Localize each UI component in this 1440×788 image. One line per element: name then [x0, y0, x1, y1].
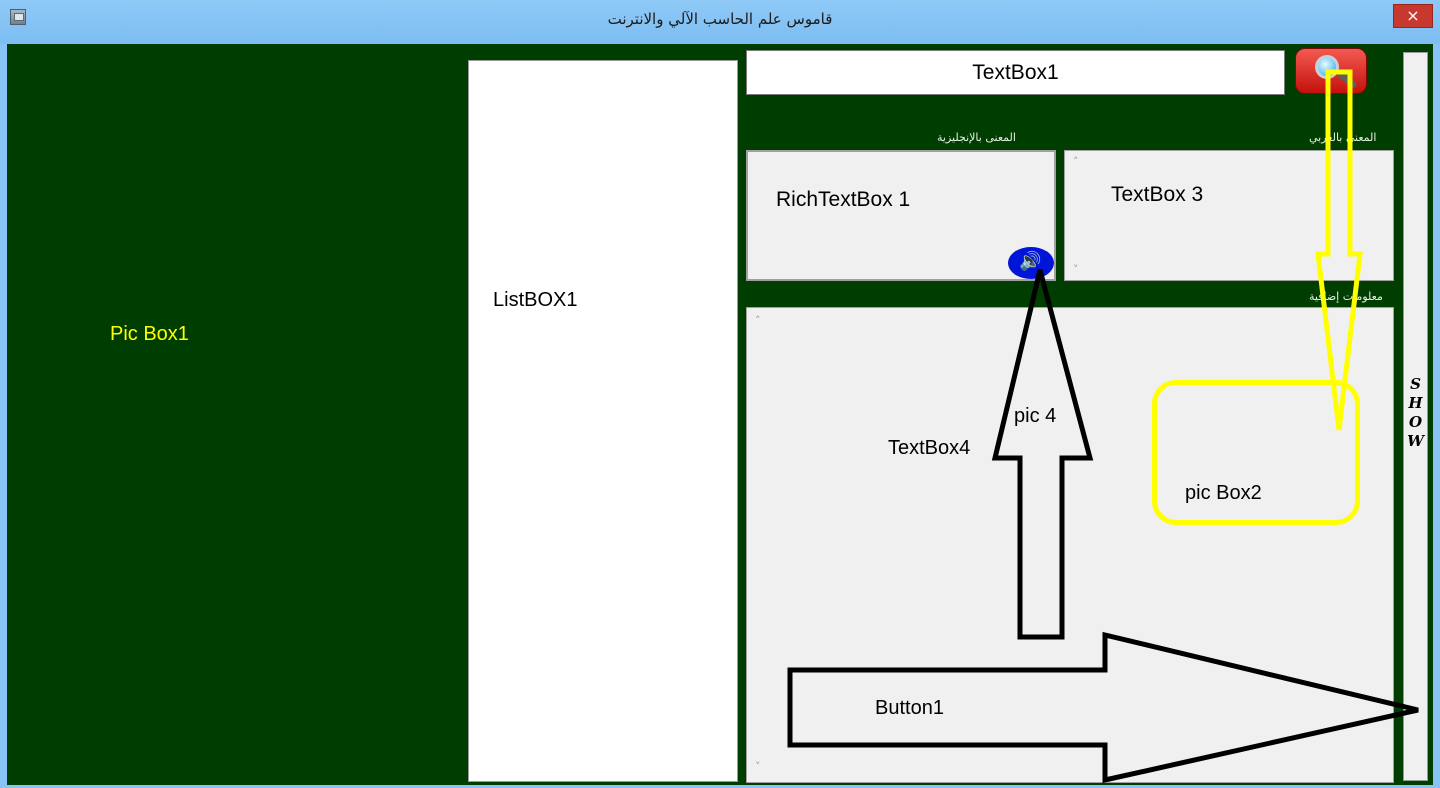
button1-annotation-label: Button1: [875, 697, 944, 719]
pic4-arrow: [991, 269, 1094, 640]
picbox2-arrow: [1315, 69, 1363, 431]
picbox2-annotation-label: pic Box2: [1185, 482, 1262, 504]
pic4-annotation-label: pic 4: [1014, 405, 1057, 427]
textbox4-label: TextBox4: [888, 437, 971, 459]
